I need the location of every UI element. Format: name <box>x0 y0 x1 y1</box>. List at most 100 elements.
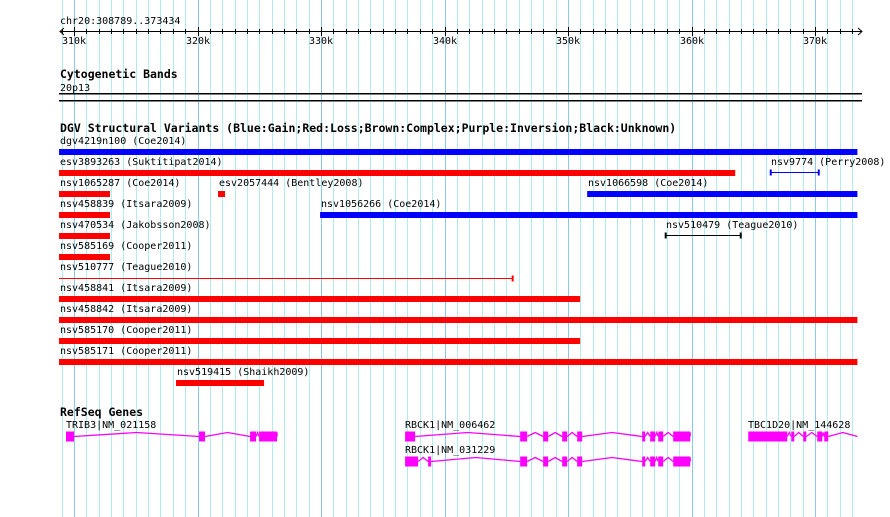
gene-exon <box>428 456 432 467</box>
gene-intron <box>828 431 858 438</box>
gene-label: RBCK1|NM_031229 <box>405 445 495 456</box>
genome-browser-panel[interactable]: chr20:308789..373434 310k 320k 330k 340k 350… <box>0 0 890 517</box>
variant-bar[interactable] <box>176 380 265 386</box>
gene-exon <box>748 431 788 442</box>
ruler-location: chr20:308789..373434 <box>60 16 180 27</box>
ruler-tick-label: 310k <box>62 36 86 47</box>
variant-label: nsv510479 (Teague2010) <box>666 220 798 231</box>
ruler-tick-label: 320k <box>186 36 210 47</box>
structural-variant[interactable]: nsv519415 (Shaikh2009) <box>176 367 309 386</box>
gene-exon <box>562 456 568 467</box>
dgv-track-title: DGV Structural Variants (Blue:Gain;Red:L… <box>60 121 676 135</box>
variant-label: nsv585171 (Cooper2011) <box>60 346 192 357</box>
gene-exon <box>562 431 568 442</box>
gene-exon <box>791 431 795 442</box>
gene-exon <box>520 431 528 442</box>
variant-bar[interactable] <box>587 191 858 197</box>
variant-label: nsv1056266 (Coe2014) <box>321 199 441 210</box>
structural-variant[interactable]: nsv458842 (Itsara2009) <box>59 304 858 323</box>
refseq-gene[interactable]: TRIB3|NM_021158 <box>65 420 278 442</box>
variant-label: nsv458839 (Itsara2009) <box>60 199 192 210</box>
gene-label: TRIB3|NM_021158 <box>66 420 156 431</box>
gene-exon <box>658 431 664 442</box>
gene-exon <box>577 456 583 467</box>
variant-label: nsv585170 (Cooper2011) <box>60 325 192 336</box>
gene-exon <box>824 431 829 442</box>
gene-exon <box>199 431 206 442</box>
gene-exon <box>543 456 549 467</box>
gene-intron <box>547 456 563 463</box>
gene-exon <box>642 456 646 467</box>
structural-variant[interactable]: nsv585170 (Cooper2011) <box>59 325 581 344</box>
gene-intron <box>793 431 804 437</box>
gene-intron <box>417 456 429 463</box>
grid-lines <box>62 0 853 517</box>
structural-variant[interactable]: esv3893263 (Suktitipat2014) <box>59 157 736 176</box>
gene-exon <box>259 431 278 442</box>
structural-variant[interactable]: nsv585169 (Cooper2011) <box>59 241 192 260</box>
variant-bar[interactable] <box>59 149 858 155</box>
variant-bar[interactable] <box>59 338 581 344</box>
refseq-gene[interactable]: RBCK1|NM_031229 <box>405 445 691 467</box>
structural-variant[interactable]: nsv1066598 (Coe2014) <box>587 178 858 197</box>
cytoband-top-line <box>59 93 862 95</box>
refseq-track: TRIB3|NM_021158 RBCK1|NM_006462 RBCK1|NM_0… <box>65 420 858 467</box>
gene-exon <box>650 431 656 442</box>
gene-intron <box>526 456 544 463</box>
variant-bar[interactable] <box>59 191 111 197</box>
gene-intron <box>547 431 563 438</box>
refseq-gene[interactable]: RBCK1|NM_006462 <box>405 420 691 442</box>
variant-bar[interactable] <box>59 359 858 365</box>
gene-exon <box>658 456 664 467</box>
gene-intron <box>255 430 260 437</box>
structural-variant[interactable]: nsv585171 (Cooper2011) <box>59 346 858 365</box>
gene-exon <box>650 456 656 467</box>
variant-bar[interactable] <box>59 254 111 260</box>
structural-variant[interactable]: esv2057444 (Bentley2008) <box>218 178 364 197</box>
gene-intron <box>662 431 674 438</box>
ruler-tick-label: 370k <box>803 36 827 47</box>
variant-label: nsv458841 (Itsara2009) <box>60 283 192 294</box>
gene-intron <box>654 430 659 437</box>
structural-variant[interactable]: nsv458841 (Itsara2009) <box>59 283 581 302</box>
gene-intron <box>415 431 521 438</box>
gene-exon <box>250 431 257 442</box>
variant-label: nsv470534 (Jakobsson2008) <box>60 220 211 231</box>
gene-exon <box>65 431 74 442</box>
cytoband-label: 20p13 <box>60 83 90 94</box>
variant-label: nsv1065287 (Coe2014) <box>60 178 180 189</box>
variant-label: nsv1066598 (Coe2014) <box>588 178 708 189</box>
variant-label: nsv510777 (Teague2010) <box>60 262 192 273</box>
gene-exon <box>577 431 583 442</box>
variant-label: nsv519415 (Shaikh2009) <box>177 367 309 378</box>
variant-bar[interactable] <box>59 296 581 302</box>
gene-exon <box>642 431 646 442</box>
gene-exon <box>543 431 549 442</box>
gene-intron <box>662 456 674 463</box>
variant-bar[interactable] <box>59 317 858 323</box>
gene-intron <box>582 431 643 438</box>
gene-exon <box>817 431 823 442</box>
gene-exon <box>673 456 691 467</box>
structural-variant[interactable]: nsv458839 (Itsara2009) <box>59 199 192 218</box>
gene-intron <box>654 455 659 462</box>
variant-label: esv3893263 (Suktitipat2014) <box>60 157 223 168</box>
structural-variant[interactable]: nsv470534 (Jakobsson2008) <box>59 220 211 239</box>
structural-variant[interactable]: nsv1065287 (Coe2014) <box>59 178 180 197</box>
variant-bar[interactable] <box>218 191 226 197</box>
structural-variant[interactable]: dgv4219n100 (Coe2014) <box>59 136 858 155</box>
variant-bar[interactable] <box>59 170 736 176</box>
variant-label: dgv4219n100 (Coe2014) <box>60 136 186 147</box>
gene-intron <box>821 432 825 437</box>
gene-exon <box>803 431 807 442</box>
variant-label: nsv585169 (Cooper2011) <box>60 241 192 252</box>
variant-bar[interactable] <box>320 212 858 218</box>
variant-bar[interactable] <box>59 212 111 218</box>
gene-intron <box>644 456 651 462</box>
gene-label: RBCK1|NM_006462 <box>405 420 495 431</box>
gene-exon <box>673 431 691 442</box>
variant-label: nsv458842 (Itsara2009) <box>60 304 192 315</box>
structural-variant[interactable]: nsv1056266 (Coe2014) <box>320 199 858 218</box>
ruler-tick-label: 340k <box>433 36 457 47</box>
variant-bar[interactable] <box>59 233 111 239</box>
